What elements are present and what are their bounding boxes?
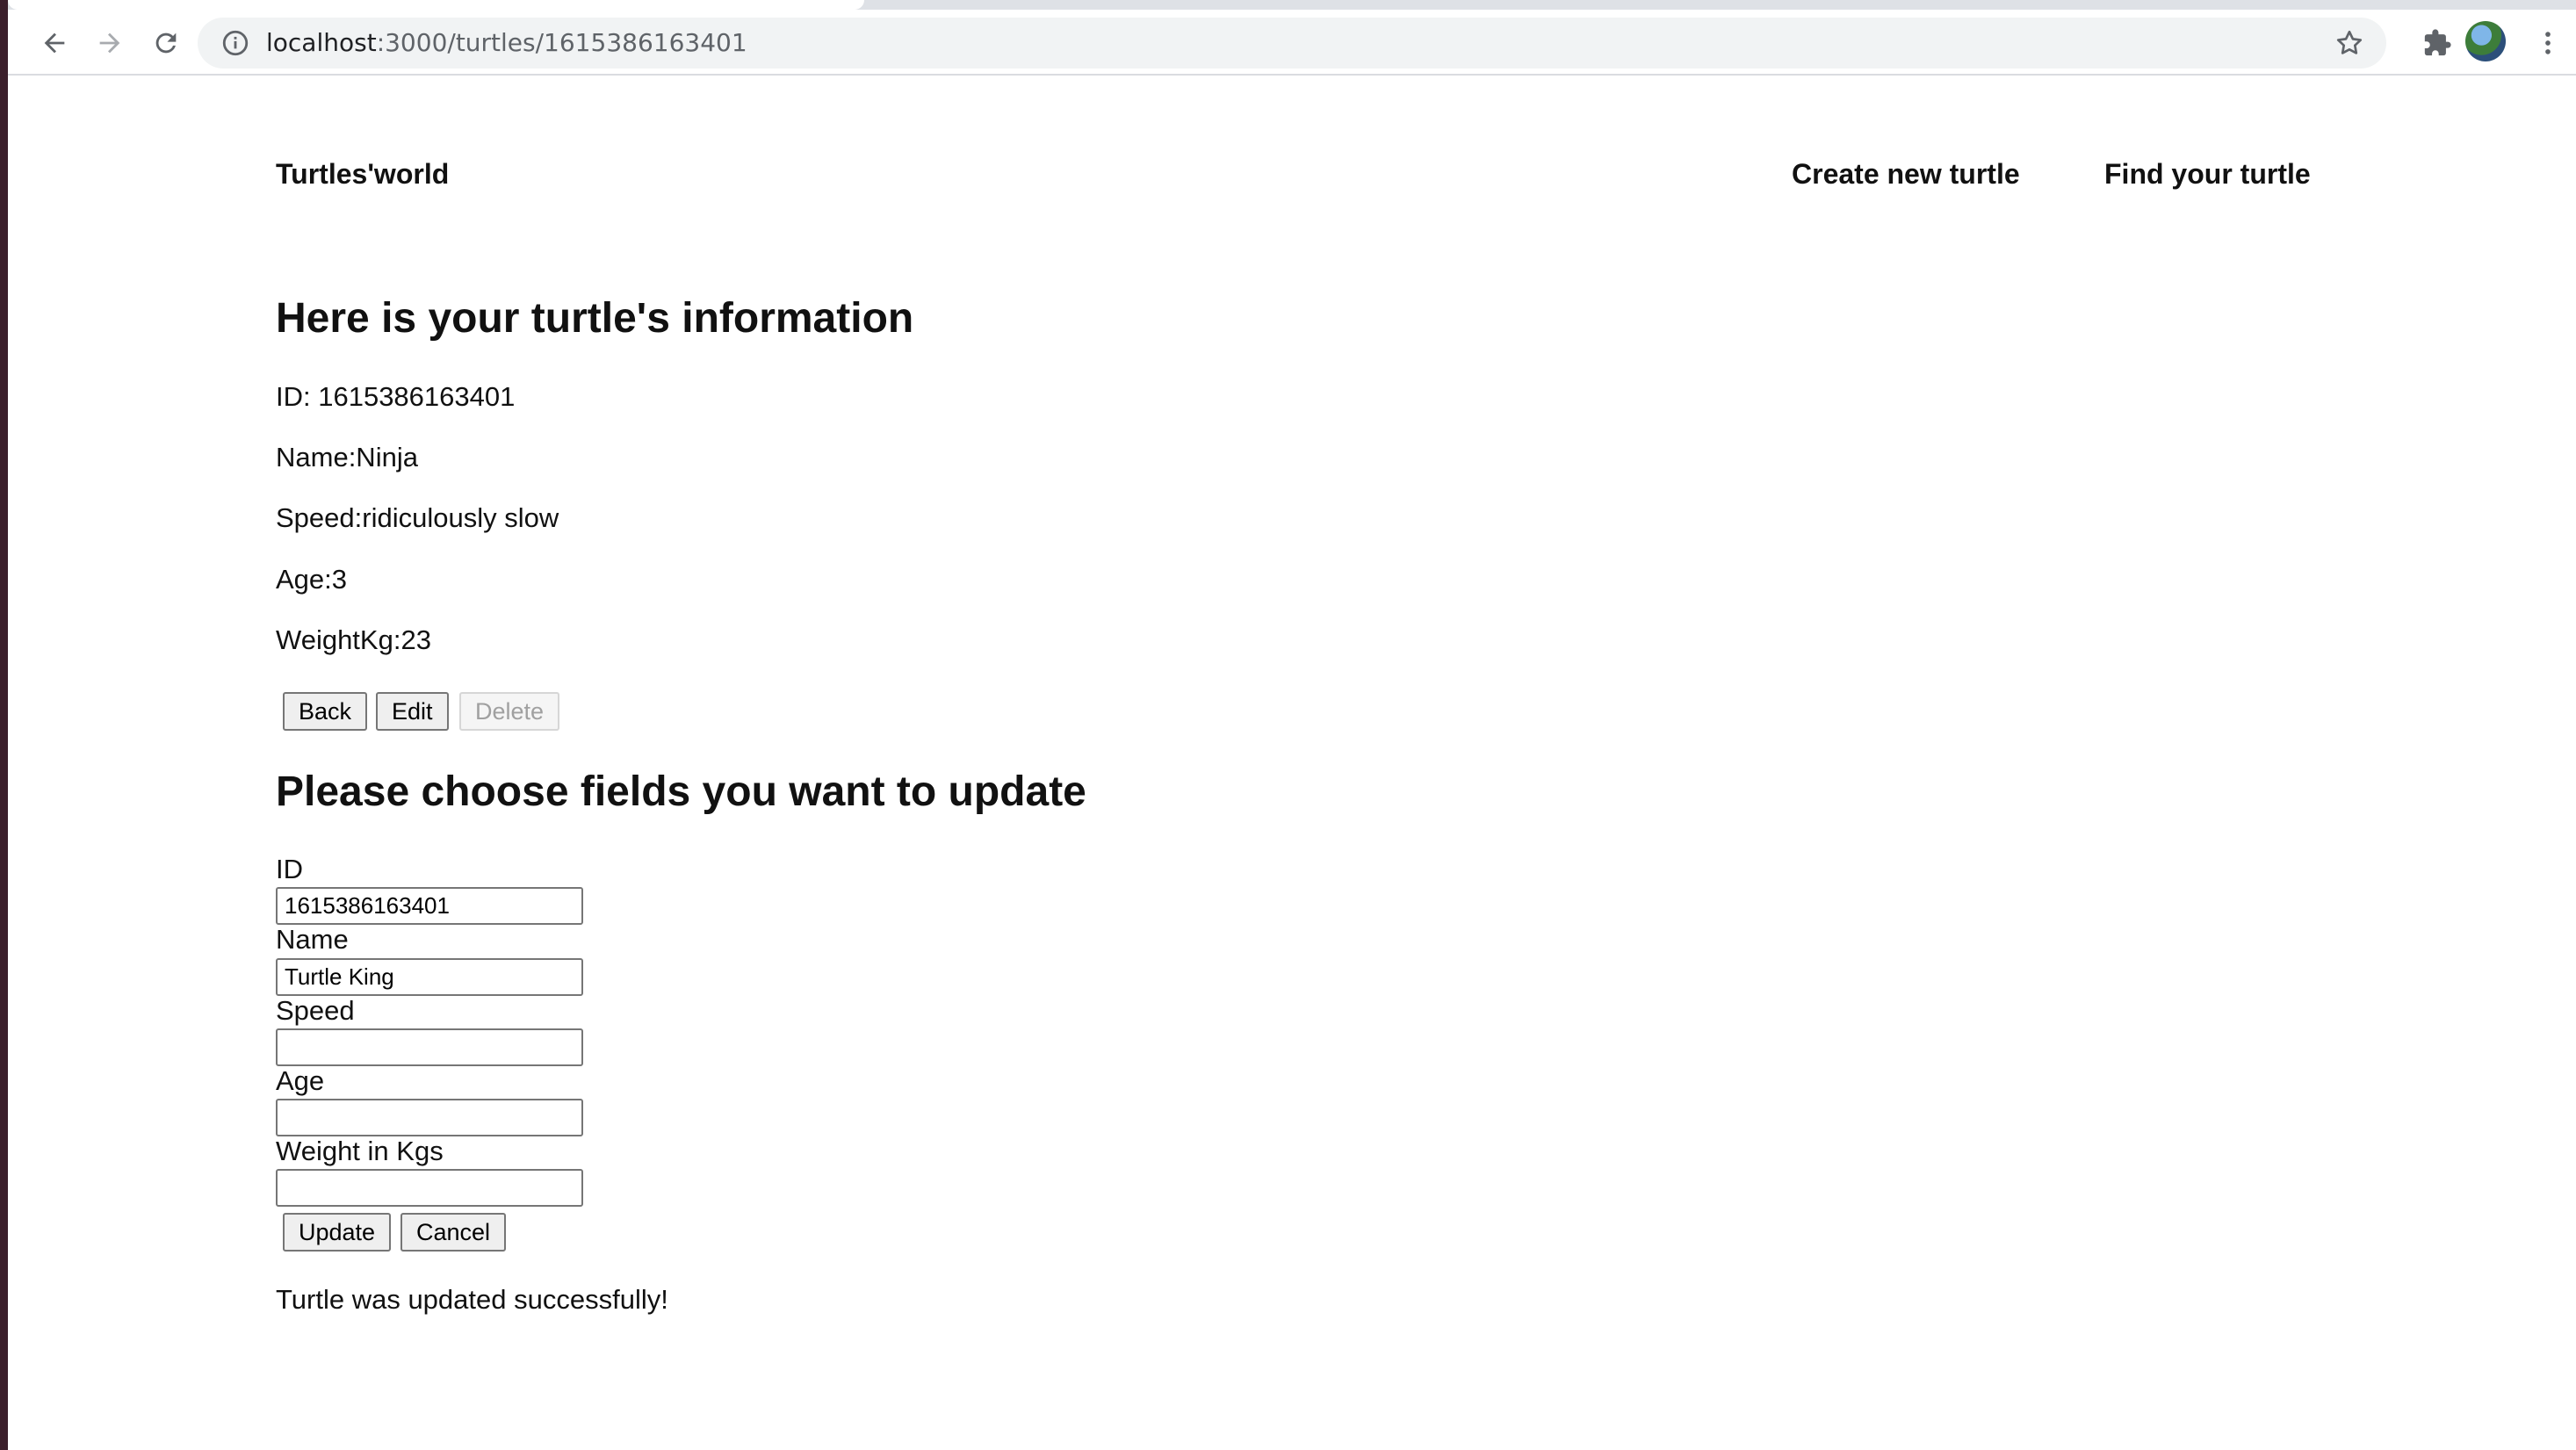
profile-avatar[interactable] <box>2465 21 2506 61</box>
back-arrow-icon[interactable] <box>32 20 77 66</box>
cancel-button[interactable]: Cancel <box>400 1213 507 1252</box>
weight-field-label: Weight in Kgs <box>276 1136 444 1166</box>
speed-field-label: Speed <box>276 995 355 1026</box>
url-path: :3000/turtles/1615386163401 <box>376 28 747 57</box>
site-info-icon[interactable] <box>220 28 250 58</box>
nav-find-your-turtle[interactable]: Find your turtle <box>2104 158 2311 191</box>
back-button[interactable]: Back <box>283 692 368 731</box>
name-input[interactable] <box>276 958 583 996</box>
info-speed: Speed:ridiculously slow <box>276 502 559 533</box>
info-weight: WeightKg:23 <box>276 624 431 655</box>
id-input[interactable] <box>276 887 583 925</box>
reload-icon[interactable] <box>143 20 189 66</box>
update-section-title: Please choose fields you want to update <box>276 768 1086 815</box>
info-section-title: Here is your turtle's information <box>276 295 914 342</box>
name-field-label: Name <box>276 924 349 955</box>
edit-button[interactable]: Edit <box>376 692 449 731</box>
update-button[interactable]: Update <box>283 1213 392 1252</box>
menu-kebab-icon[interactable] <box>2525 20 2571 66</box>
age-field-label: Age <box>276 1065 325 1096</box>
url-host: localhost <box>266 28 377 57</box>
page-content: Turtles'world Create new turtle Find you… <box>8 77 2576 1450</box>
forward-arrow-icon[interactable] <box>87 20 133 66</box>
desktop-edge <box>0 0 8 1450</box>
age-input[interactable] <box>276 1099 583 1136</box>
nav-create-new-turtle[interactable]: Create new turtle <box>1792 158 2020 191</box>
browser-toolbar: localhost:3000/turtles/1615386163401 <box>8 10 2576 76</box>
info-age: Age:3 <box>276 564 348 595</box>
delete-button: Delete <box>459 692 560 731</box>
brand-logo-text[interactable]: Turtles'world <box>276 158 449 191</box>
url-text[interactable]: localhost:3000/turtles/1615386163401 <box>266 18 747 69</box>
speed-input[interactable] <box>276 1028 583 1066</box>
address-bar[interactable]: localhost:3000/turtles/1615386163401 <box>198 18 2386 69</box>
extensions-puzzle-icon[interactable] <box>2414 20 2460 66</box>
info-name: Name:Ninja <box>276 442 418 473</box>
status-message: Turtle was updated successfully! <box>276 1284 668 1315</box>
id-field-label: ID <box>276 854 303 884</box>
active-tab[interactable] <box>8 0 864 10</box>
info-id: ID: 1615386163401 <box>276 381 516 412</box>
bookmark-star-icon[interactable] <box>2334 27 2365 59</box>
tab-strip <box>8 0 2576 10</box>
browser-window: localhost:3000/turtles/1615386163401 Tur… <box>8 0 2576 1450</box>
weight-input[interactable] <box>276 1169 583 1207</box>
